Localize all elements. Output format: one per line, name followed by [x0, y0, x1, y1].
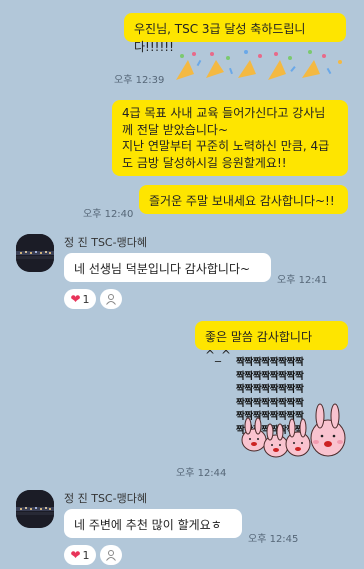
- message-bubble-recommend[interactable]: 네 주변에 추천 많이 할게요ㅎ: [64, 509, 242, 538]
- message-time: 오후 12:41: [277, 275, 328, 286]
- party-popper-emoticon-row[interactable]: [168, 48, 348, 86]
- message-text: 네 주변에 추천 많이 할게요ㅎ: [74, 518, 222, 532]
- message-text: 네 선생님 덕분입니다 감사합니다~: [74, 262, 251, 276]
- message-text-line: 도 금방 달성하시길 응원할게요!!: [122, 155, 287, 170]
- message-bubble-thanks[interactable]: 네 선생님 덕분입니다 감사합니다~: [64, 253, 271, 282]
- message-bubble-weekend[interactable]: 즐거운 주말 보내세요 감사합니다~!!: [139, 185, 348, 214]
- clapping-sticker[interactable]: 짝짝짝짝짝짝짝짝 짝짝짝짝짝짝짝짝 짝짝짝짝짝짝짝짝 짝짝짝짝짝짝짝짝 짝짝짝짝짝짝짝짝…: [236, 356, 348, 468]
- night-city-avatar-icon: [16, 490, 54, 528]
- message-time: 오후 12:40: [83, 209, 134, 220]
- sender-name: 정 진 TSC-맹다혜: [64, 492, 147, 505]
- message-time: 오후 12:39: [114, 75, 165, 86]
- message-text: 즐거운 주말 보내세요 감사합니다~!!: [149, 194, 335, 208]
- night-city-avatar-icon: [16, 234, 54, 272]
- sender-avatar[interactable]: [16, 234, 54, 272]
- message-text-line: 4급 목표 사내 교육 들어가신다고 강사님: [122, 106, 326, 120]
- heart-reaction-badge[interactable]: ❤ 1: [64, 545, 96, 565]
- message-text-line: 지난 연말부터 꾸준히 노력하신 만큼, 4급: [122, 139, 330, 153]
- message-time: 오후 12:44: [176, 468, 227, 479]
- heart-icon: ❤: [70, 548, 81, 562]
- message-bubble-support[interactable]: 4급 목표 사내 교육 들어가신다고 강사님 께 전달 받았습니다~ 지난 연말…: [112, 100, 348, 176]
- add-reaction-button[interactable]: [100, 545, 122, 565]
- message-bubble-congrats[interactable]: 우진님, TSC 3급 달성 축하드립니다!!!!!!: [124, 13, 346, 54]
- party-popper-icon: [176, 50, 342, 80]
- message-text-line: 께 전달 받았습니다~: [122, 122, 229, 137]
- heart-icon: ❤: [70, 292, 81, 306]
- person-icon: [106, 294, 116, 305]
- message-bubble-thank-you[interactable]: 좋은 말씀 감사합니다^_^: [195, 321, 348, 362]
- reaction-count: 1: [82, 548, 90, 562]
- add-reaction-button[interactable]: [100, 289, 122, 309]
- message-time: 오후 12:45: [248, 534, 299, 545]
- sender-avatar[interactable]: [16, 490, 54, 528]
- reaction-count: 1: [82, 292, 90, 306]
- person-icon: [106, 550, 116, 561]
- pink-rabbit-icon: [241, 403, 346, 458]
- sender-name: 정 진 TSC-맹다혜: [64, 236, 147, 249]
- heart-reaction-badge[interactable]: ❤ 1: [64, 289, 96, 309]
